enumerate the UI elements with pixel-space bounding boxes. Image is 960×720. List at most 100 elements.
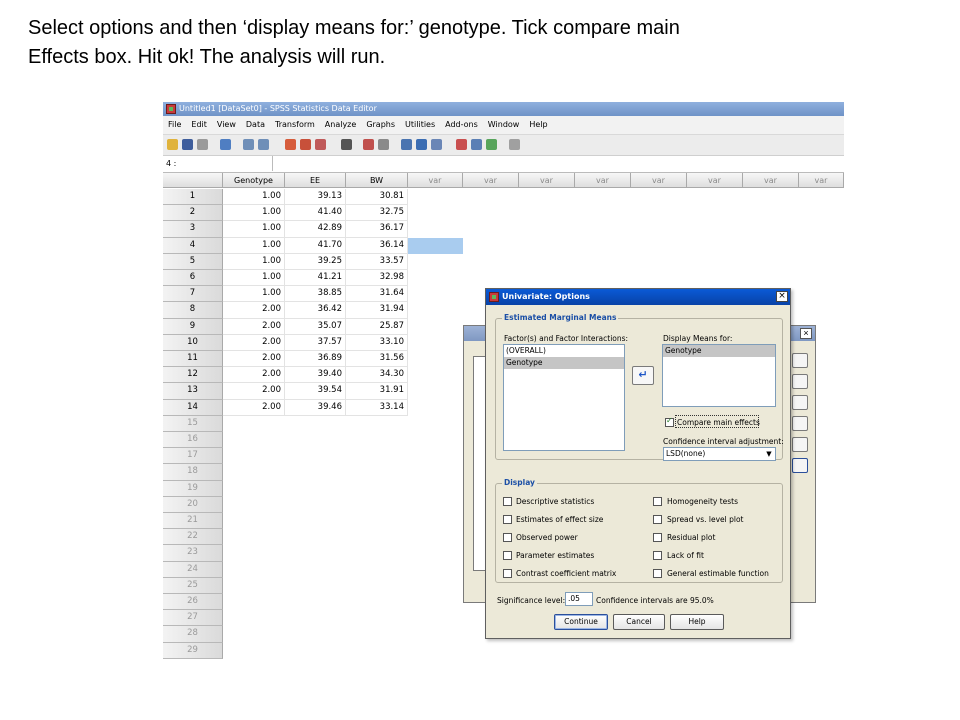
row-number[interactable]: 24 (163, 561, 223, 578)
row-number[interactable]: 5 (163, 253, 223, 270)
show-all-variables-icon[interactable] (486, 139, 497, 150)
list-item[interactable]: Genotype (504, 357, 624, 369)
menu-data[interactable]: Data (241, 116, 270, 134)
cell-ee[interactable]: 39.25 (285, 253, 346, 270)
contrast-coefficient-label[interactable]: Contrast coefficient matrix (516, 569, 616, 578)
column-header-var[interactable]: var (631, 173, 687, 188)
observed-power-checkbox[interactable] (503, 533, 512, 542)
cell-genotype[interactable]: 1.00 (223, 205, 285, 222)
list-item[interactable]: (OVERALL) (504, 345, 624, 357)
row-number[interactable]: 29 (163, 642, 223, 659)
select-cases-icon[interactable] (431, 139, 442, 150)
general-estimable-function-label[interactable]: General estimable function (667, 569, 769, 578)
lack-of-fit-label[interactable]: Lack of fit (667, 551, 704, 560)
cancel-button[interactable]: Cancel (613, 614, 665, 630)
row-number[interactable]: 4 (163, 237, 223, 254)
row-number[interactable]: 21 (163, 513, 223, 530)
effect-size-label[interactable]: Estimates of effect size (516, 515, 603, 524)
row-number[interactable]: 9 (163, 318, 223, 335)
cell-bw[interactable]: 31.94 (346, 302, 408, 319)
row-number[interactable]: 14 (163, 399, 223, 416)
row-number[interactable]: 19 (163, 480, 223, 497)
cell-genotype[interactable]: 1.00 (223, 237, 285, 254)
menu-help[interactable]: Help (524, 116, 552, 134)
row-number[interactable]: 12 (163, 367, 223, 384)
residual-plot-label[interactable]: Residual plot (667, 533, 715, 542)
cell-genotype[interactable]: 1.00 (223, 253, 285, 270)
options-button[interactable] (792, 458, 808, 473)
post-hoc-button[interactable] (792, 416, 808, 431)
selected-cell[interactable] (408, 237, 463, 254)
cell-bw[interactable]: 33.57 (346, 253, 408, 270)
continue-button[interactable]: Continue (554, 614, 608, 630)
cell-bw[interactable]: 25.87 (346, 318, 408, 335)
cell-ee[interactable]: 39.54 (285, 383, 346, 400)
row-number[interactable]: 8 (163, 302, 223, 319)
contrast-coefficient-checkbox[interactable] (503, 569, 512, 578)
variables-icon[interactable] (315, 139, 326, 150)
print-icon[interactable] (197, 139, 208, 150)
menu-window[interactable]: Window (483, 116, 525, 134)
cell-ee[interactable]: 39.40 (285, 367, 346, 384)
cell-genotype[interactable]: 1.00 (223, 221, 285, 238)
row-number[interactable]: 15 (163, 415, 223, 432)
insert-variable-icon[interactable] (378, 139, 389, 150)
save-icon[interactable] (182, 139, 193, 150)
grid-corner[interactable] (163, 173, 223, 188)
cell-ee[interactable]: 41.40 (285, 205, 346, 222)
row-number[interactable]: 3 (163, 221, 223, 238)
cell-genotype[interactable]: 1.00 (223, 189, 285, 206)
column-header-ee[interactable]: EE (285, 173, 346, 188)
row-number[interactable]: 22 (163, 529, 223, 546)
dialog-recall-icon[interactable] (220, 139, 231, 150)
column-header-var[interactable]: var (463, 173, 519, 188)
menu-transform[interactable]: Transform (270, 116, 320, 134)
contrasts-button[interactable] (792, 374, 808, 389)
cell-ee[interactable]: 36.42 (285, 302, 346, 319)
model-button[interactable] (792, 353, 808, 368)
move-right-arrow-icon[interactable]: ↵ (632, 366, 654, 385)
goto-case-icon[interactable] (285, 139, 296, 150)
compare-main-effects-checkbox[interactable] (665, 416, 674, 427)
cell-bw[interactable]: 31.64 (346, 286, 408, 303)
save-button[interactable] (792, 437, 808, 452)
cell-bw[interactable]: 32.98 (346, 270, 408, 287)
cell-genotype[interactable]: 2.00 (223, 367, 285, 384)
row-number[interactable]: 28 (163, 626, 223, 643)
ci-adjustment-select[interactable]: LSD(none) ▼ (663, 447, 776, 461)
cell-reference-box[interactable]: 4 : (163, 156, 273, 171)
menu-view[interactable]: View (212, 116, 241, 134)
cell-ee[interactable]: 42.89 (285, 221, 346, 238)
row-number[interactable]: 18 (163, 464, 223, 481)
cell-ee[interactable]: 41.70 (285, 237, 346, 254)
cell-bw[interactable]: 32.75 (346, 205, 408, 222)
cell-bw[interactable]: 36.17 (346, 221, 408, 238)
row-number[interactable]: 23 (163, 545, 223, 562)
lack-of-fit-checkbox[interactable] (653, 551, 662, 560)
row-number[interactable]: 1 (163, 189, 223, 206)
value-labels-icon[interactable] (456, 139, 467, 150)
close-icon[interactable]: × (776, 291, 788, 302)
chevron-down-icon[interactable]: ▼ (764, 449, 774, 459)
close-icon[interactable]: × (800, 328, 812, 339)
factors-listbox[interactable]: (OVERALL) Genotype (503, 344, 625, 451)
row-number[interactable]: 7 (163, 286, 223, 303)
homogeneity-tests-checkbox[interactable] (653, 497, 662, 506)
cell-genotype[interactable]: 2.00 (223, 334, 285, 351)
display-means-listbox[interactable]: Genotype (662, 344, 776, 407)
homogeneity-tests-label[interactable]: Homogeneity tests (667, 497, 738, 506)
column-header-var[interactable]: var (408, 173, 463, 188)
column-header-genotype[interactable]: Genotype (223, 173, 285, 188)
cell-bw[interactable]: 36.14 (346, 237, 408, 254)
column-header-var[interactable]: var (519, 173, 575, 188)
descriptive-statistics-checkbox[interactable] (503, 497, 512, 506)
cell-bw[interactable]: 34.30 (346, 367, 408, 384)
menu-analyze[interactable]: Analyze (320, 116, 362, 134)
compare-main-effects-label[interactable]: Compare main effects (677, 418, 760, 427)
cell-ee[interactable]: 38.85 (285, 286, 346, 303)
row-number[interactable]: 6 (163, 270, 223, 287)
menu-utilities[interactable]: Utilities (400, 116, 440, 134)
open-folder-icon[interactable] (167, 139, 178, 150)
cell-bw[interactable]: 33.10 (346, 334, 408, 351)
cell-bw[interactable]: 33.14 (346, 399, 408, 416)
